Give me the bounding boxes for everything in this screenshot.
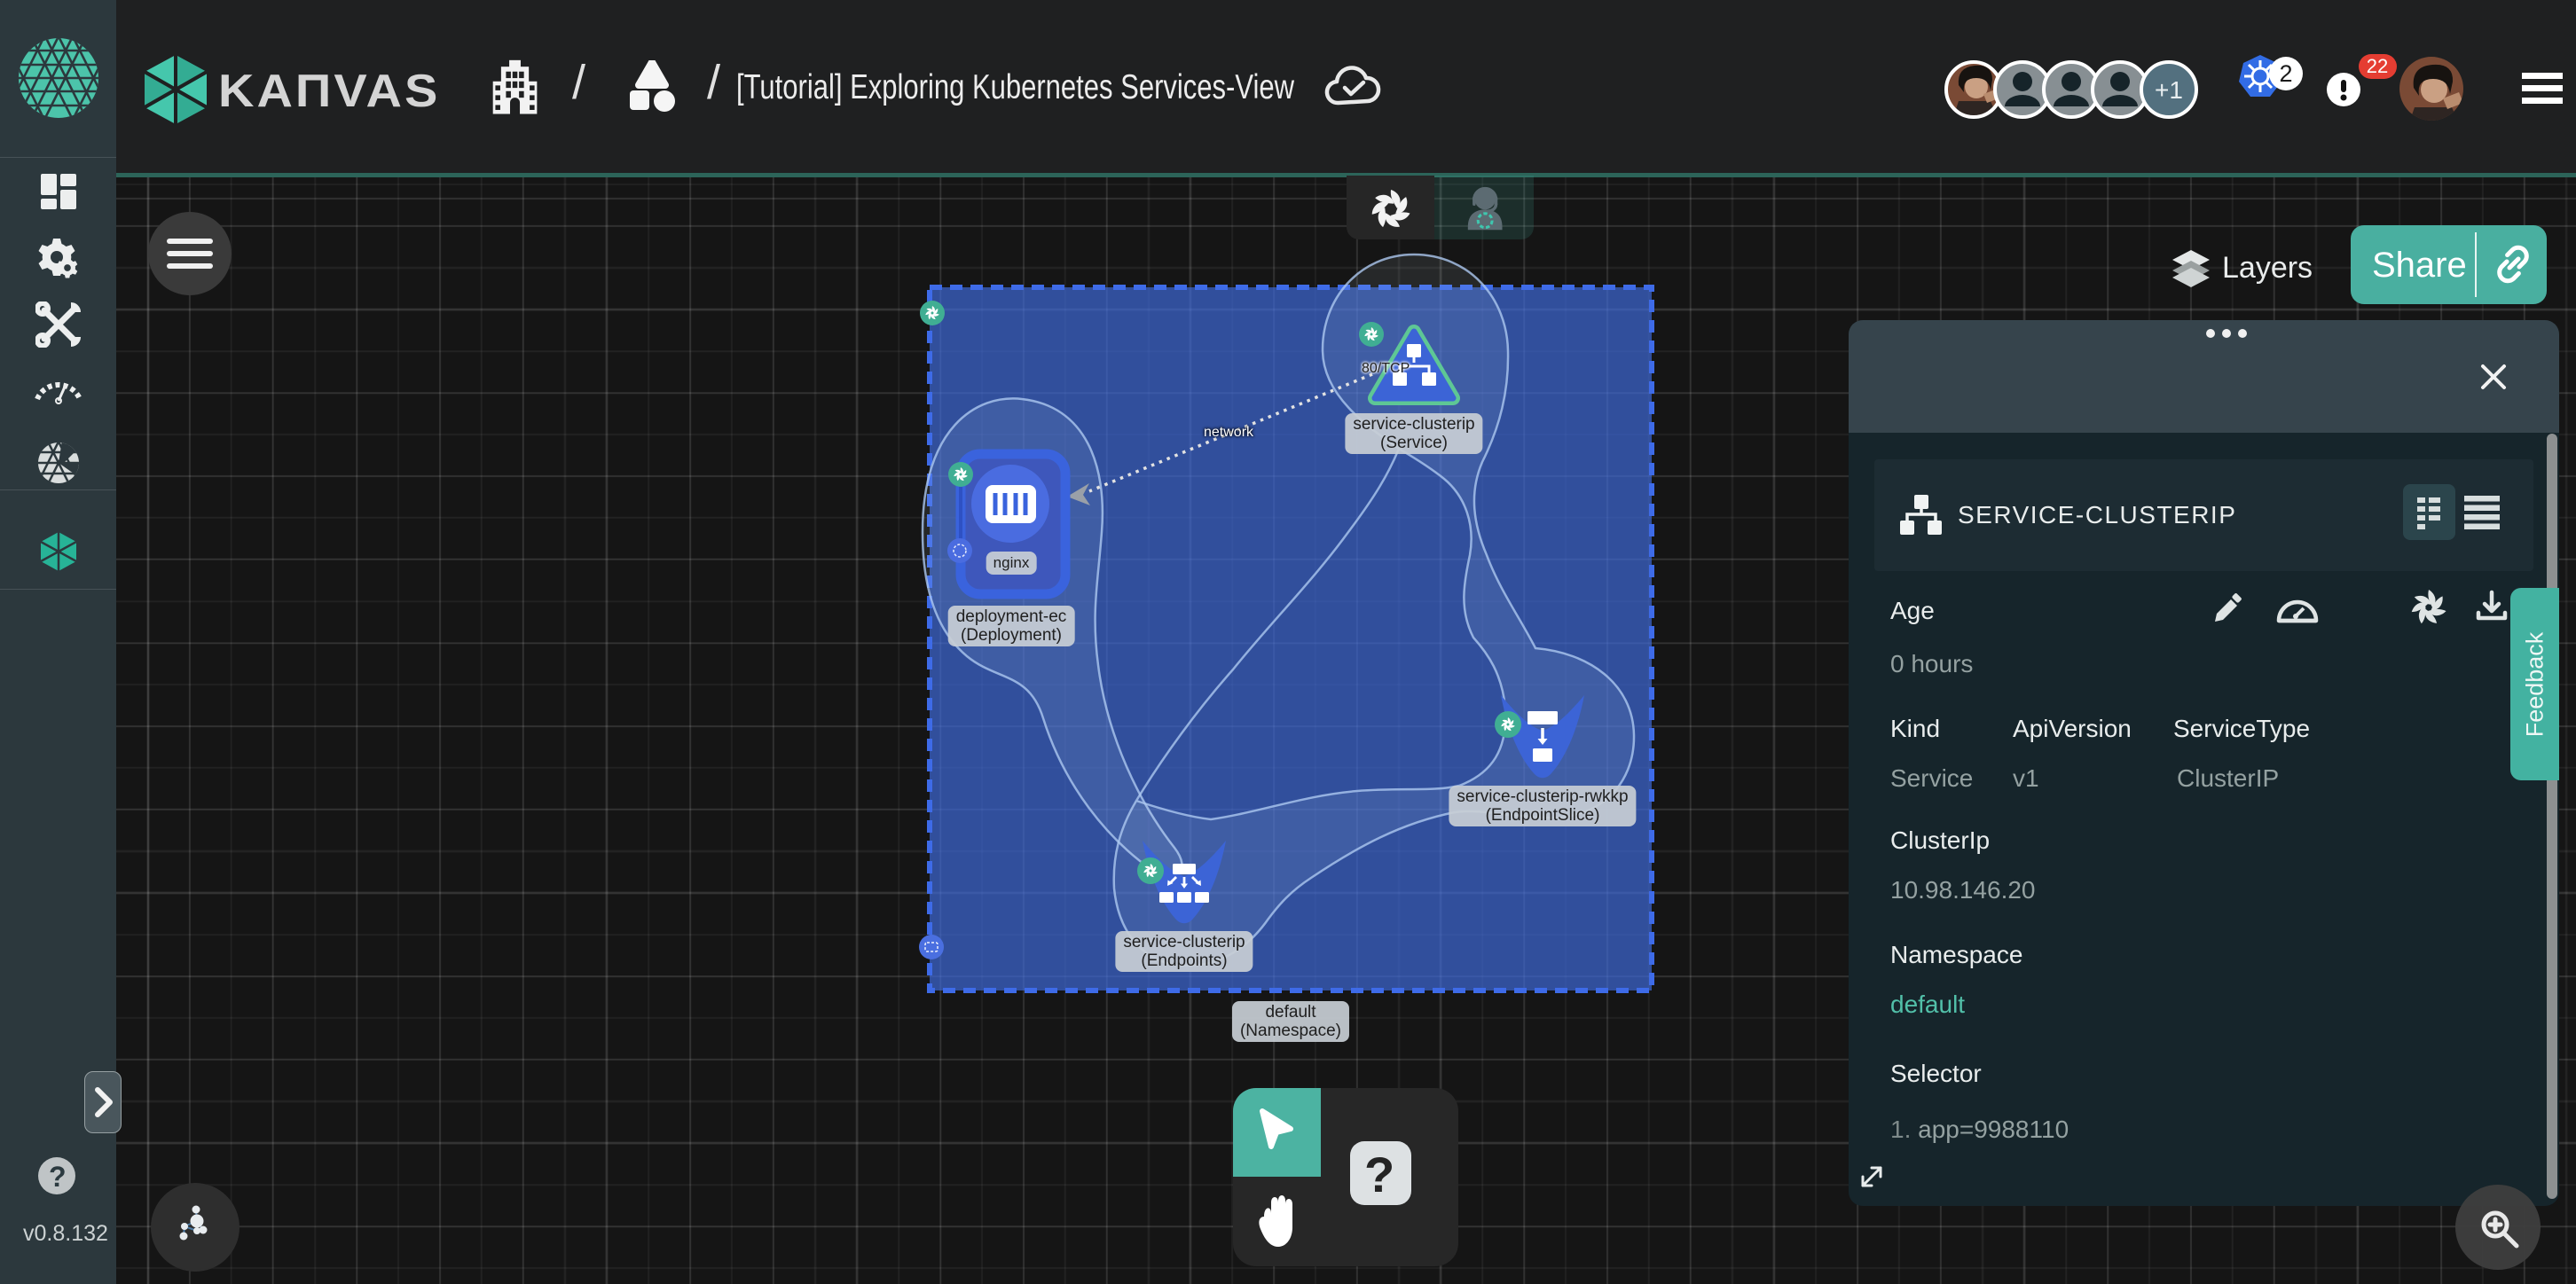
svg-text:2: 2 [2279, 60, 2292, 87]
svg-text:+1: +1 [2155, 76, 2183, 104]
svg-text:22: 22 [2367, 55, 2388, 77]
